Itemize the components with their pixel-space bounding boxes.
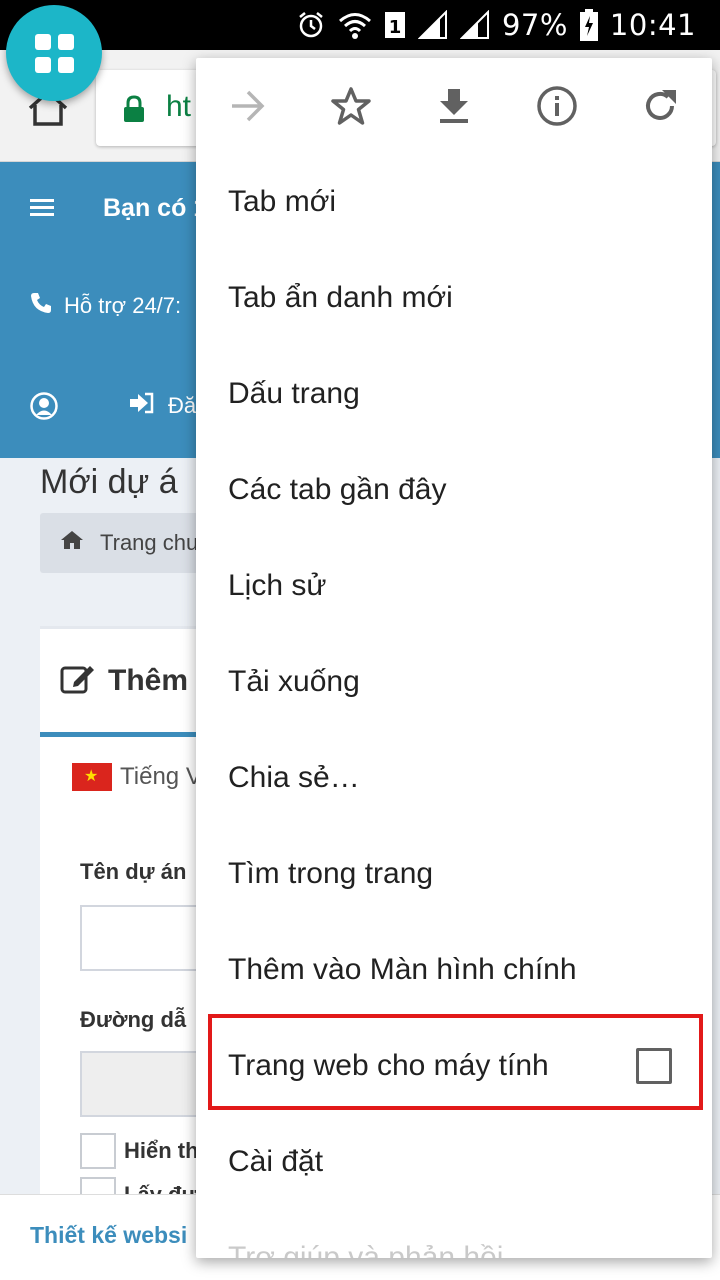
phone-icon xyxy=(30,292,52,320)
reload-icon[interactable] xyxy=(636,82,684,130)
info-icon[interactable] xyxy=(533,82,581,130)
signal-icon xyxy=(417,10,448,40)
signal-icon xyxy=(459,10,490,40)
highlight-box xyxy=(208,1014,703,1110)
menu-item-recent-tabs[interactable]: Các tab gần đây xyxy=(196,442,712,538)
breadcrumb-home[interactable]: Trang chu xyxy=(100,530,198,556)
menu-item-downloads[interactable]: Tải xuống xyxy=(196,634,712,730)
status-bar: 1 97% 10:41 xyxy=(0,0,720,50)
menu-item-history[interactable]: Lịch sử xyxy=(196,538,712,634)
home-icon xyxy=(60,530,84,556)
show-checkbox-row[interactable]: Hiển th xyxy=(80,1133,199,1169)
forward-icon[interactable] xyxy=(224,82,272,130)
download-icon[interactable] xyxy=(430,82,478,130)
user-icon[interactable] xyxy=(30,392,58,425)
battery-percent: 97% xyxy=(501,8,568,42)
menu-item-find-in-page[interactable]: Tìm trong trang xyxy=(196,826,712,922)
menu-item-settings[interactable]: Cài đặt xyxy=(196,1114,712,1210)
header-title[interactable]: Bạn có 1 xyxy=(103,194,207,223)
box-title: Thêm xyxy=(108,663,189,697)
lock-icon xyxy=(122,95,146,128)
menu-item-help-feedback[interactable]: Trợ giúp và phản hồi xyxy=(196,1210,712,1258)
show-checkbox[interactable] xyxy=(80,1133,116,1169)
sim-icon: 1 xyxy=(384,10,406,40)
project-name-label: Tên dự án xyxy=(80,859,187,884)
menu-item-bookmarks[interactable]: Dấu trang xyxy=(196,346,712,442)
support-text: Hỗ trợ 24/7: xyxy=(64,293,182,318)
battery-icon xyxy=(579,9,598,41)
show-checkbox-label: Hiển th xyxy=(124,1138,199,1163)
page-title: Mới dự á xyxy=(40,463,178,501)
support-row: Hỗ trợ 24/7: xyxy=(30,292,181,320)
clock: 10:41 xyxy=(609,8,696,42)
menu-item-new-tab[interactable]: Tab mới xyxy=(196,154,712,250)
login-text: Đă xyxy=(168,393,197,418)
url-text: ht xyxy=(166,90,192,123)
vietnam-flag-icon: ★ xyxy=(72,763,112,791)
menu-icon[interactable] xyxy=(30,197,54,224)
language-tab[interactable]: ★ Tiếng V xyxy=(72,763,202,791)
edit-icon xyxy=(60,662,96,699)
grid-icon xyxy=(34,33,74,73)
footer-link[interactable]: Thiết kế websi xyxy=(30,1222,187,1249)
status-icons: 1 97% 10:41 xyxy=(296,0,696,50)
menu-item-add-to-home[interactable]: Thêm vào Màn hình chính xyxy=(196,922,712,1018)
menu-item-incognito-tab[interactable]: Tab ẩn danh mới xyxy=(196,250,712,346)
wifi-icon xyxy=(338,10,372,40)
language-label: Tiếng V xyxy=(120,763,202,790)
app-launcher-button[interactable] xyxy=(6,5,102,101)
menu-icon-row xyxy=(196,58,712,154)
menu-item-share[interactable]: Chia sẻ… xyxy=(196,730,712,826)
path-label: Đường dẫ xyxy=(80,1007,187,1032)
sign-in-icon xyxy=(128,392,154,420)
svg-text:1: 1 xyxy=(389,17,402,38)
alarm-icon xyxy=(296,10,326,40)
login-link[interactable]: Đă xyxy=(128,392,196,420)
bookmark-star-icon[interactable] xyxy=(327,82,375,130)
